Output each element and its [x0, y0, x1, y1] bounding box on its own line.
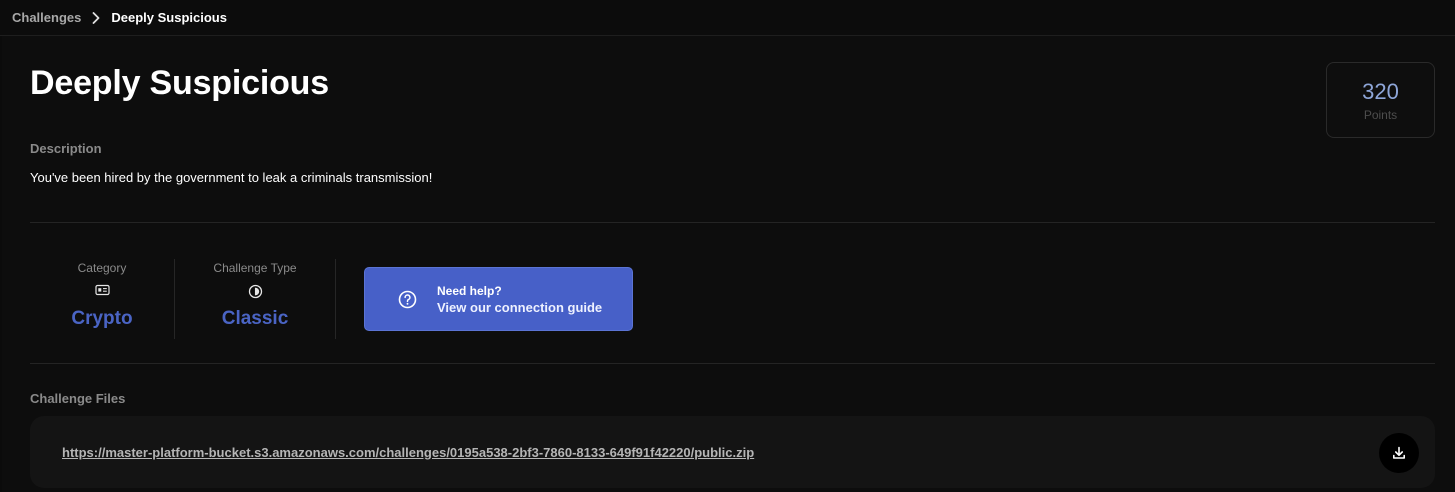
challenge-type-label: Challenge Type: [213, 261, 297, 275]
id-card-icon: [30, 284, 174, 300]
file-download-link[interactable]: https://master-platform-bucket.s3.amazon…: [62, 445, 754, 460]
points-label: Points: [1363, 108, 1398, 122]
challenge-type-info: Challenge Type Classic: [175, 259, 335, 339]
chevron-right-icon: [87, 11, 105, 24]
help-subtitle: View our connection guide: [437, 300, 603, 315]
divider: [30, 222, 1435, 223]
vertical-divider: [335, 259, 336, 339]
divider: [30, 363, 1435, 364]
category-info: Category Crypto: [30, 259, 174, 339]
breadcrumb-challenges-link[interactable]: Challenges: [12, 10, 81, 25]
category-value: Crypto: [71, 308, 133, 329]
file-item: https://master-platform-bucket.s3.amazon…: [30, 416, 1435, 488]
breadcrumb: Challenges Deeply Suspicious: [0, 0, 1455, 36]
page-title: Deeply Suspicious: [30, 64, 329, 102]
help-title: Need help?: [437, 284, 502, 298]
description-label: Description: [30, 141, 102, 156]
description-text: You've been hired by the government to l…: [30, 170, 433, 185]
download-icon: [1393, 446, 1405, 459]
challenge-type-value: Classic: [221, 308, 289, 329]
points-value: 320: [1362, 79, 1399, 104]
download-button[interactable]: [1379, 433, 1419, 473]
half-circle-icon: [175, 284, 335, 300]
question-circle-icon: [398, 290, 417, 314]
category-label: Category: [77, 261, 127, 275]
points-badge: 320 Points: [1326, 62, 1435, 138]
challenge-files-label: Challenge Files: [30, 391, 126, 406]
connection-guide-button[interactable]: Need help? View our connection guide: [364, 267, 633, 331]
breadcrumb-current: Deeply Suspicious: [111, 10, 227, 25]
